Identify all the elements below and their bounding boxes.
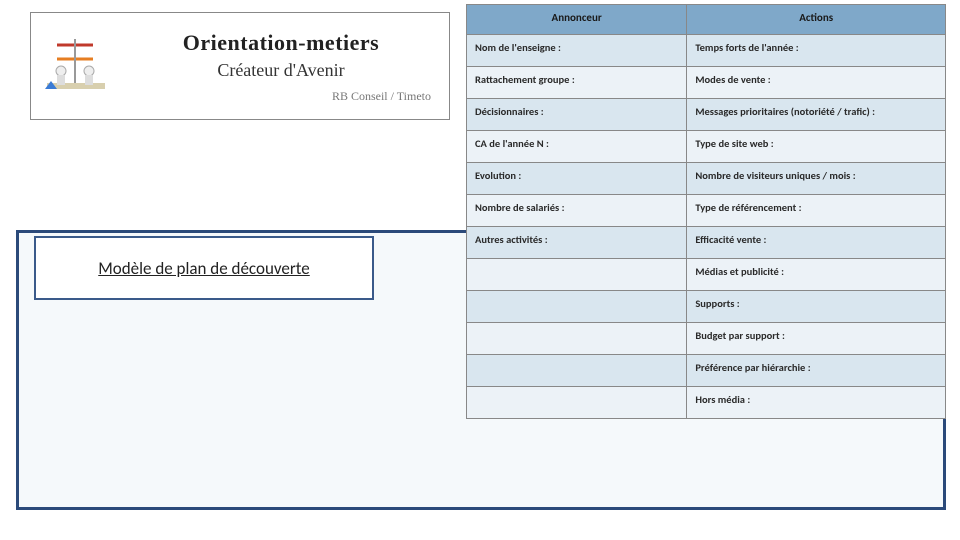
- table-row: Supports :: [467, 291, 946, 323]
- logo-footer: RB Conseil / Timeto: [123, 89, 439, 104]
- cell-right: Nombre de visiteurs uniques / mois :: [687, 163, 946, 195]
- table-row: Evolution :Nombre de visiteurs uniques /…: [467, 163, 946, 195]
- logo-title: Orientation-metiers: [123, 30, 439, 56]
- cell-left-empty: [467, 387, 687, 419]
- table-row: Nombre de salariés :Type de référencemen…: [467, 195, 946, 227]
- cell-left: Evolution :: [467, 163, 687, 195]
- table-row: Budget par support :: [467, 323, 946, 355]
- cell-left: Autres activités :: [467, 227, 687, 259]
- cell-left-empty: [467, 355, 687, 387]
- logo-text-block: Orientation-metiers Créateur d'Avenir RB…: [121, 24, 449, 108]
- title-box-text: Modèle de plan de découverte: [98, 258, 310, 279]
- cell-right: Efficacité vente :: [687, 227, 946, 259]
- cell-left: CA de l'année N :: [467, 131, 687, 163]
- logo-card: Orientation-metiers Créateur d'Avenir RB…: [30, 12, 450, 120]
- table-row: Autres activités :Efficacité vente :: [467, 227, 946, 259]
- cell-left: Nom de l'enseigne :: [467, 35, 687, 67]
- table-row: Préférence par hiérarchie :: [467, 355, 946, 387]
- logo-subtitle: Créateur d'Avenir: [123, 60, 439, 81]
- title-box: Modèle de plan de découverte: [34, 236, 374, 300]
- header-annonceur: Annonceur: [467, 5, 687, 35]
- cell-right: Modes de vente :: [687, 67, 946, 99]
- table-row: Hors média :: [467, 387, 946, 419]
- cell-left: Rattachement groupe :: [467, 67, 687, 99]
- cell-right: Hors média :: [687, 387, 946, 419]
- cell-left: Nombre de salariés :: [467, 195, 687, 227]
- table-row: CA de l'année N :Type de site web :: [467, 131, 946, 163]
- cell-right: Messages prioritaires (notoriété / trafi…: [687, 99, 946, 131]
- cell-left: Décisionnaires :: [467, 99, 687, 131]
- cell-right: Temps forts de l'année :: [687, 35, 946, 67]
- cell-right: Type de référencement :: [687, 195, 946, 227]
- cell-left-empty: [467, 259, 687, 291]
- cell-left-empty: [467, 323, 687, 355]
- table-row: Décisionnaires :Messages prioritaires (n…: [467, 99, 946, 131]
- discovery-table: Annonceur Actions Nom de l'enseigne :Tem…: [466, 4, 946, 419]
- table-row: Nom de l'enseigne :Temps forts de l'anné…: [467, 35, 946, 67]
- cell-right: Préférence par hiérarchie :: [687, 355, 946, 387]
- table-row: Médias et publicité :: [467, 259, 946, 291]
- cell-right: Budget par support :: [687, 323, 946, 355]
- cell-right: Type de site web :: [687, 131, 946, 163]
- header-actions: Actions: [687, 5, 946, 35]
- table-row: Rattachement groupe :Modes de vente :: [467, 67, 946, 99]
- logo-illustration: [31, 13, 121, 119]
- table-header-row: Annonceur Actions: [467, 5, 946, 35]
- cell-right: Médias et publicité :: [687, 259, 946, 291]
- cell-right: Supports :: [687, 291, 946, 323]
- cell-left-empty: [467, 291, 687, 323]
